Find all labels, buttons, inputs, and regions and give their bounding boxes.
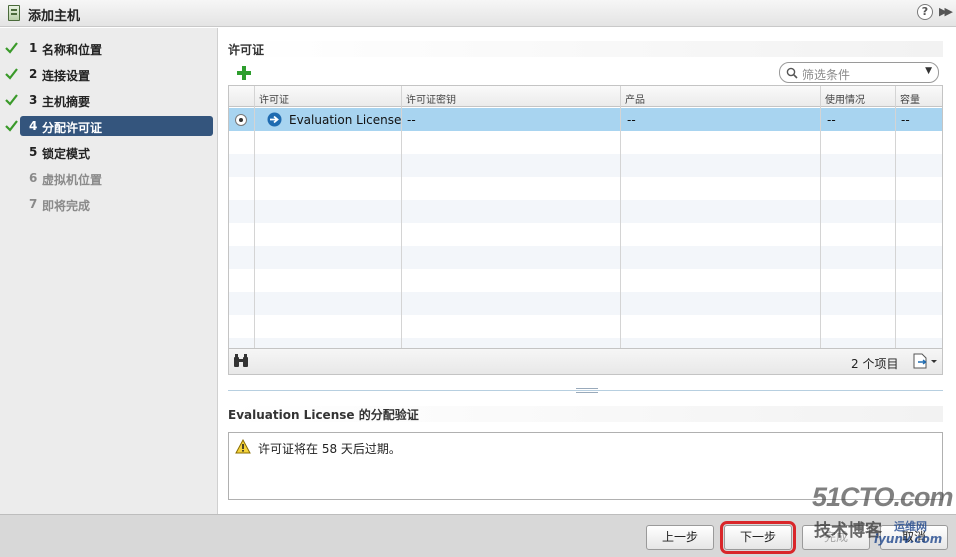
column-header-product[interactable]: 产品 (625, 91, 645, 106)
step-host-summary[interactable]: 3 主机摘要 (5, 90, 213, 110)
next-button[interactable]: 下一步 (720, 521, 796, 554)
step-label: 虚拟机位置 (42, 173, 103, 187)
column-divider (895, 86, 896, 348)
step-label: 主机摘要 (42, 95, 91, 109)
table-header: 许可证 许可证密钥 产品 使用情况 容量 (229, 86, 942, 107)
step-label: 锁定模式 (42, 147, 91, 161)
table-footer: 2 个项目 (228, 349, 943, 375)
filter-placeholder: 筛选条件 (802, 68, 851, 82)
column-divider (254, 86, 255, 348)
empty-row (229, 292, 942, 315)
empty-row (229, 177, 942, 200)
step-number: 4 (29, 119, 38, 133)
step-number: 2 (29, 67, 38, 81)
step-label: 分配许可证 (42, 121, 103, 135)
empty-row (229, 131, 942, 154)
filter-input[interactable]: 筛选条件 ▼ (779, 62, 939, 83)
search-icon (786, 67, 798, 79)
export-icon[interactable] (912, 353, 938, 369)
cell-usage: -- (827, 113, 836, 127)
cancel-button[interactable]: 取消 (880, 525, 948, 550)
step-name-location[interactable]: 1 名称和位置 (5, 38, 213, 58)
step-label: 连接设置 (42, 69, 91, 83)
column-header-capacity[interactable]: 容量 (900, 91, 920, 106)
empty-row (229, 338, 942, 348)
step-assign-license[interactable]: 4 分配许可证 (5, 116, 213, 136)
column-header-usage[interactable]: 使用情况 (825, 91, 865, 106)
step-number: 3 (29, 93, 38, 107)
step-ready-to-complete: 7 即将完成 (20, 194, 213, 214)
column-header-key[interactable]: 许可证密钥 (406, 91, 456, 106)
warning-icon (235, 439, 251, 454)
finish-button: 完成 (802, 525, 870, 550)
step-vm-location: 6 虚拟机位置 (20, 168, 213, 188)
step-number: 1 (29, 41, 38, 55)
add-license-icon[interactable] (236, 65, 252, 81)
check-icon (5, 120, 18, 132)
empty-row (229, 246, 942, 269)
step-lockdown-mode[interactable]: 5 锁定模式 (20, 142, 213, 162)
check-icon (5, 68, 18, 80)
main-panel: 许可证 筛选条件 ▼ 许可证 许可证密钥 产品 使用情况 容量 Evaluati… (219, 28, 956, 514)
title-bar: 添加主机 ? ▶▶ (0, 0, 956, 27)
chevron-down-icon[interactable]: ▼ (925, 66, 932, 76)
empty-row (229, 200, 942, 223)
column-divider (820, 86, 821, 348)
help-icon[interactable]: ? (917, 4, 933, 20)
add-host-icon (8, 5, 20, 21)
empty-row (229, 223, 942, 246)
column-divider (401, 86, 402, 348)
cell-capacity: -- (901, 113, 910, 127)
step-number: 5 (29, 145, 38, 159)
column-header-license[interactable]: 许可证 (259, 91, 289, 106)
cell-product: -- (627, 113, 636, 127)
validation-message: 许可证将在 58 天后过期。 (258, 442, 401, 456)
step-label: 名称和位置 (42, 43, 103, 57)
item-count: 2 个项目 (851, 357, 899, 371)
cell-license: Evaluation License (289, 113, 402, 127)
empty-row (229, 269, 942, 292)
splitter-handle[interactable] (576, 388, 598, 393)
cell-key: -- (407, 113, 416, 127)
license-section-title: 许可证 (228, 41, 943, 57)
table-row[interactable]: Evaluation License -- -- -- -- (229, 108, 942, 131)
column-divider (620, 86, 621, 348)
check-icon (5, 42, 18, 54)
empty-row (229, 154, 942, 177)
wizard-footer: 上一步 下一步 完成 取消 (0, 514, 956, 557)
binoculars-icon[interactable] (233, 354, 249, 368)
step-number: 7 (29, 197, 38, 211)
expand-icon[interactable]: ▶▶ (939, 5, 953, 18)
validation-panel: 许可证将在 58 天后过期。 (228, 432, 943, 500)
wizard-steps: 1 名称和位置 2 连接设置 3 主机摘要 4 分配许可证 5 锁定模式 6 虚… (0, 28, 218, 514)
step-label: 即将完成 (42, 199, 91, 213)
step-connection-settings[interactable]: 2 连接设置 (5, 64, 213, 84)
row-radio-button[interactable] (235, 114, 247, 126)
license-arrow-icon (267, 112, 282, 127)
license-table: 许可证 许可证密钥 产品 使用情况 容量 Evaluation License … (228, 85, 943, 349)
back-button[interactable]: 上一步 (646, 525, 714, 550)
validation-title: Evaluation License 的分配验证 (228, 406, 943, 422)
step-number: 6 (29, 171, 38, 185)
dialog-title: 添加主机 (28, 9, 81, 24)
check-icon (5, 94, 18, 106)
empty-row (229, 315, 942, 338)
